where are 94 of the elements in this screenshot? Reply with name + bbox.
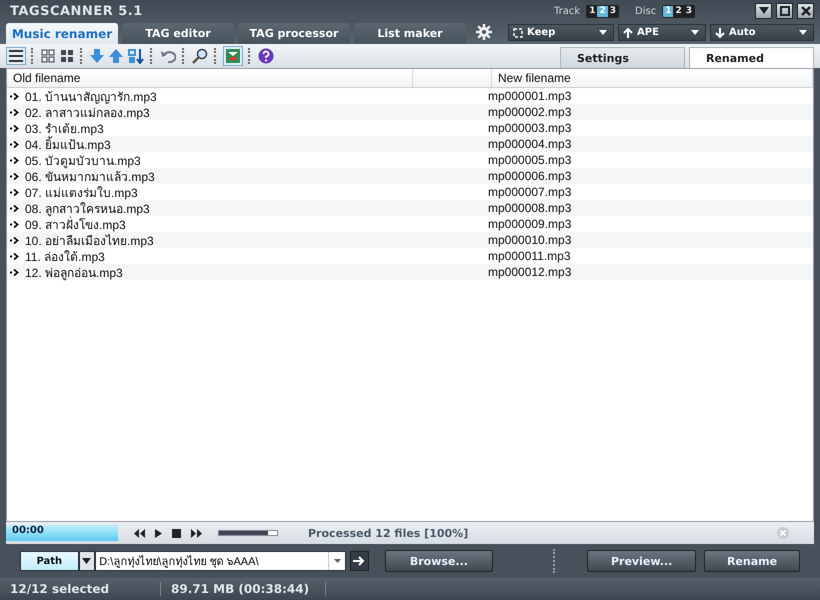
dropdown-button[interactable] — [78, 551, 96, 571]
tab[interactable]: TAG processor — [238, 23, 350, 44]
preview-button[interactable]: Preview... — [587, 550, 696, 572]
grid-icon[interactable] — [59, 48, 75, 64]
time-display: 00:00 — [6, 525, 118, 541]
table-cell-text: mp000002.mp3 — [487, 105, 572, 119]
path-field[interactable]: D:\ลูกทุ่งไทย\ลูกทุ่งไทย ชุด ๖AAA\ — [95, 551, 346, 571]
table-cell-text: mp000004.mp3 — [487, 137, 572, 151]
table-cell-text: mp000011.mp3 — [487, 249, 572, 263]
arrow-icon — [10, 268, 19, 276]
panel-tab[interactable]: Settings — [560, 47, 685, 68]
grid-icon[interactable] — [40, 48, 56, 64]
number-toggle[interactable]: 3 — [684, 6, 694, 16]
list-view-icon[interactable] — [6, 47, 26, 65]
column-header[interactable]: Old filename — [7, 69, 413, 87]
selector-label: Disc — [635, 6, 656, 16]
table-cell-text: mp000010.mp3 — [487, 233, 572, 247]
progress-status: Processed 12 files [100%] — [308, 526, 468, 540]
arrow-up-icon — [623, 28, 633, 38]
tab[interactable]: List maker — [354, 23, 466, 44]
table-cell-text: 12. พ่อลูกอ่อน.mp3 — [25, 264, 123, 282]
arrow-icon — [10, 204, 19, 212]
table-cell-text: 11. ล่องใต้.mp3 — [25, 248, 105, 266]
search-icon[interactable] — [191, 47, 209, 65]
tab[interactable]: TAG editor — [122, 23, 234, 44]
table-cell-text: 02. ลาสาวแม่กลอง.mp3 — [25, 104, 150, 122]
column-header[interactable]: New filename — [492, 69, 813, 87]
rewind-icon[interactable] — [132, 528, 147, 538]
window-title: TAGSCANNER 5.1 — [9, 4, 143, 18]
sort-icon[interactable] — [127, 47, 145, 65]
close-icon — [800, 6, 810, 16]
table-cell-text: 05. บัวตูมบัวบาน.mp3 — [25, 152, 141, 170]
table-cell-text: mp000001.mp3 — [487, 89, 572, 103]
caret-icon[interactable] — [334, 559, 341, 563]
maximize-button[interactable] — [776, 3, 793, 19]
arrow-icon — [10, 188, 19, 196]
table-cell-text: 06. ขันหมากมาแล้ว.mp3 — [25, 168, 155, 186]
table-cell-text: 09. สาวฝั่งโขง.mp3 — [25, 216, 126, 234]
arrow-icon — [10, 220, 19, 228]
help-icon[interactable] — [257, 47, 275, 65]
arrow-icon — [10, 156, 19, 164]
arrow-icon — [10, 172, 19, 180]
square-icon — [780, 6, 790, 16]
arrow-icon — [10, 124, 19, 132]
selector-label: Track — [554, 6, 580, 16]
arrow-icon — [10, 108, 19, 116]
minimize-button[interactable] — [755, 3, 772, 19]
dashed-square-icon — [513, 28, 523, 38]
selection-count: 12/12 selected — [0, 582, 161, 596]
table-cell-text: mp000008.mp3 — [487, 201, 572, 215]
stop-icon[interactable] — [170, 528, 183, 538]
table-cell-text: 10. อย่าลืมเมืองไทย.mp3 — [25, 232, 154, 250]
number-toggle[interactable]: 2 — [673, 6, 684, 16]
arrow-icon — [10, 236, 19, 244]
rename-button[interactable]: Rename — [704, 550, 800, 572]
browse-button[interactable]: Browse... — [384, 550, 494, 572]
table-cell-text: 07. แม่แตงร่มใบ.mp3 — [25, 184, 138, 202]
undo-icon[interactable] — [159, 48, 177, 64]
path-mode-button[interactable]: Path — [20, 551, 79, 571]
tab[interactable]: Music renamer — [6, 23, 118, 44]
caret-icon — [691, 30, 699, 35]
number-toggle[interactable]: 1 — [587, 6, 598, 16]
play-icon[interactable] — [153, 528, 164, 538]
table-cell-text: mp000009.mp3 — [487, 217, 572, 231]
arrow-icon — [10, 252, 19, 260]
table-cell-text: mp000007.mp3 — [487, 185, 572, 199]
dropdown[interactable]: Auto — [710, 24, 814, 41]
table-cell-text: mp000005.mp3 — [487, 153, 572, 167]
triangle-down-icon — [758, 7, 768, 15]
dropdown[interactable]: APE — [618, 24, 706, 41]
arrow-up-icon[interactable] — [108, 48, 124, 64]
arrow-down-icon[interactable] — [89, 48, 105, 64]
table-cell-text: 04. ยิ้มแป้น.mp3 — [25, 136, 111, 154]
table-cell-text: mp000012.mp3 — [487, 265, 572, 279]
volume-slider[interactable] — [218, 530, 278, 536]
fast-forward-icon[interactable] — [189, 528, 204, 538]
table-cell-text: 03. รำเต้ย.mp3 — [25, 120, 104, 136]
arrow-down-icon — [715, 28, 725, 38]
table-cell-text: mp000006.mp3 — [487, 169, 572, 183]
number-toggle[interactable]: 3 — [608, 6, 618, 16]
dropdown[interactable]: Keep — [508, 24, 614, 41]
table-cell-text: mp000003.mp3 — [487, 121, 572, 135]
caret-icon — [82, 558, 92, 564]
table-cell-text: 01. บ้านนาสัญญารัก.mp3 — [25, 88, 157, 106]
panel-tab[interactable]: Renamed — [689, 47, 814, 68]
compare-icon[interactable] — [223, 46, 243, 66]
caret-icon — [799, 30, 807, 35]
total-size: 89.71 MB (00:38:44) — [161, 582, 326, 596]
close-button[interactable] — [797, 3, 814, 19]
arrow-icon — [10, 140, 19, 148]
table-cell-text: 08. ลูกสาวใครหนอ.mp3 — [25, 200, 150, 216]
caret-icon — [599, 30, 607, 35]
arrow-icon — [10, 92, 19, 100]
settings-icon[interactable] — [476, 24, 492, 40]
